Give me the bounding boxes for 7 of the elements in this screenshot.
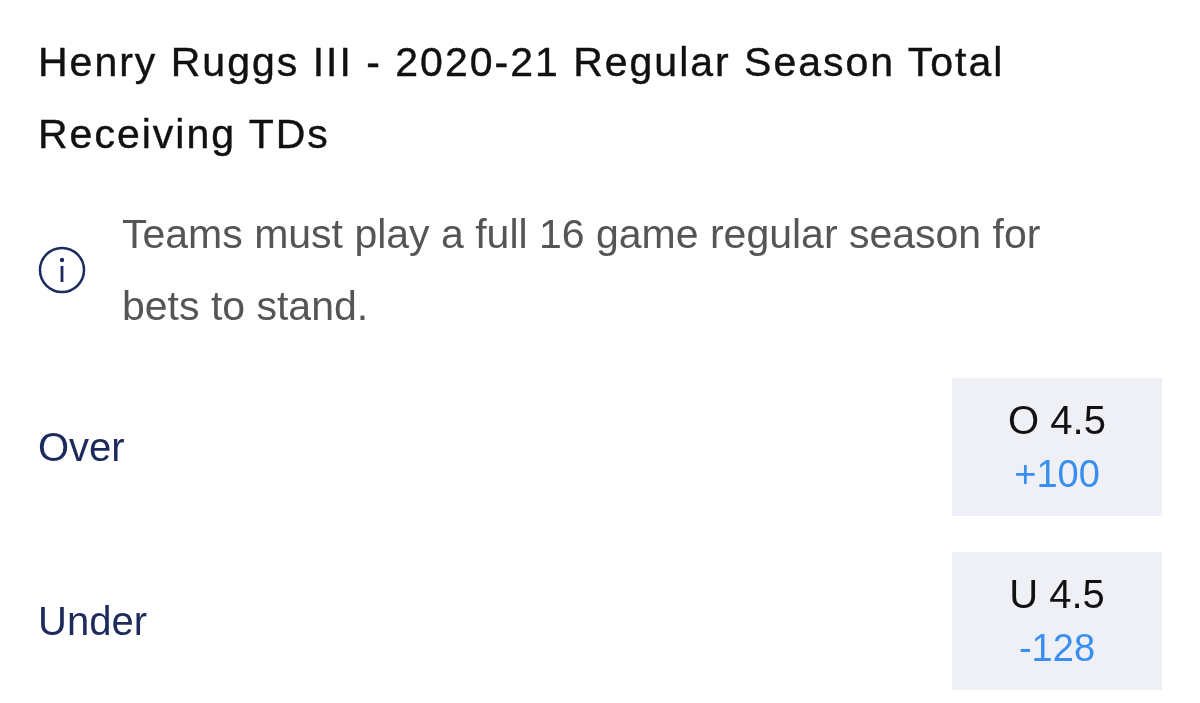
outcome-label: Over: [38, 424, 125, 470]
odds-button[interactable]: O 4.5 +100: [952, 378, 1162, 516]
info-icon: [38, 246, 86, 294]
odds-button[interactable]: U 4.5 -128: [952, 552, 1162, 690]
outcome-label: Under: [38, 598, 147, 644]
market-title: Henry Ruggs III - 2020-21 Regular Season Total Receiving TDs: [38, 38, 1006, 159]
notice-text: Teams must play a full 16 game regular season for bets to stand.: [122, 210, 1042, 331]
